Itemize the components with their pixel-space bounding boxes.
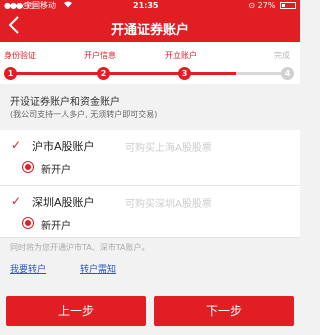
- step-line-done: [10, 72, 236, 75]
- radio-label-sh: 新开户: [41, 165, 71, 176]
- transfer-notice-link[interactable]: 转户需知: [80, 262, 116, 275]
- step-label-2: 开户信息: [84, 51, 116, 60]
- transfer-link[interactable]: 我要转户: [10, 262, 46, 275]
- account-name-sh: 沪市A股账户: [32, 140, 95, 153]
- step-circle-4: 4: [281, 67, 294, 80]
- prev-step-button[interactable]: 上一步: [6, 296, 146, 326]
- checkmark-icon[interactable]: ✓: [11, 139, 23, 151]
- account-block-sh: ✓ 沪市A股账户 可购买上海A股股票 新开户: [0, 130, 300, 186]
- step-label-1: 身份验证: [4, 51, 36, 60]
- account-name-sz: 深圳A股账户: [32, 196, 95, 209]
- battery-percent: 27%: [257, 1, 276, 10]
- battery-icon: [280, 2, 296, 9]
- radio-label-sz: 新开户: [41, 221, 71, 232]
- intro-title: 开设证券账户和资金账户: [10, 97, 120, 108]
- account-note-sh: 可购买上海A股股票: [125, 143, 212, 154]
- checkmark-icon[interactable]: ✓: [11, 195, 23, 207]
- step-circle-1: 1: [4, 67, 17, 80]
- step-label-4: 完成: [274, 51, 290, 60]
- status-bar: ●●●○○ 中国移动 21:35 ⊙ 27%: [0, 0, 300, 12]
- step-circle-3: 3: [178, 67, 191, 80]
- next-step-button[interactable]: 下一步: [154, 296, 294, 326]
- carrier-name: 中国移动: [24, 1, 56, 10]
- radio-new-account-sh[interactable]: [22, 161, 34, 173]
- account-note-sz: 可购买深圳A股股票: [125, 199, 212, 210]
- account-block-sz: ✓ 深圳A股账户 可购买深圳A股股票 新开户: [0, 186, 300, 238]
- step-progress: 身份验证 开户信息 开立账户 完成 1 2 3 4: [0, 42, 300, 84]
- intro-section: 开设证券账户和资金账户 (我公司支持一人多户, 无须转户即可交易): [0, 84, 300, 130]
- step-circle-2: 2: [97, 67, 110, 80]
- lock-rotation-icon: ⊙: [248, 1, 256, 10]
- radio-new-account-sz[interactable]: [22, 217, 34, 229]
- intro-subtitle: (我公司支持一人多户, 无须转户即可交易): [10, 110, 158, 119]
- step-label-3: 开立账户: [165, 51, 197, 60]
- ta-notice: 同时将为您开通沪市TA、深市TA账户。: [10, 243, 150, 252]
- wifi-icon: [63, 0, 73, 12]
- bottom-action-bar: 上一步 下一步: [0, 286, 300, 335]
- nav-bar: 开通证券账户: [0, 12, 300, 42]
- battery-indicator: ⊙ 27%: [248, 0, 296, 12]
- page-title: 开通证券账户: [110, 23, 189, 38]
- status-time: 21:35: [133, 1, 159, 10]
